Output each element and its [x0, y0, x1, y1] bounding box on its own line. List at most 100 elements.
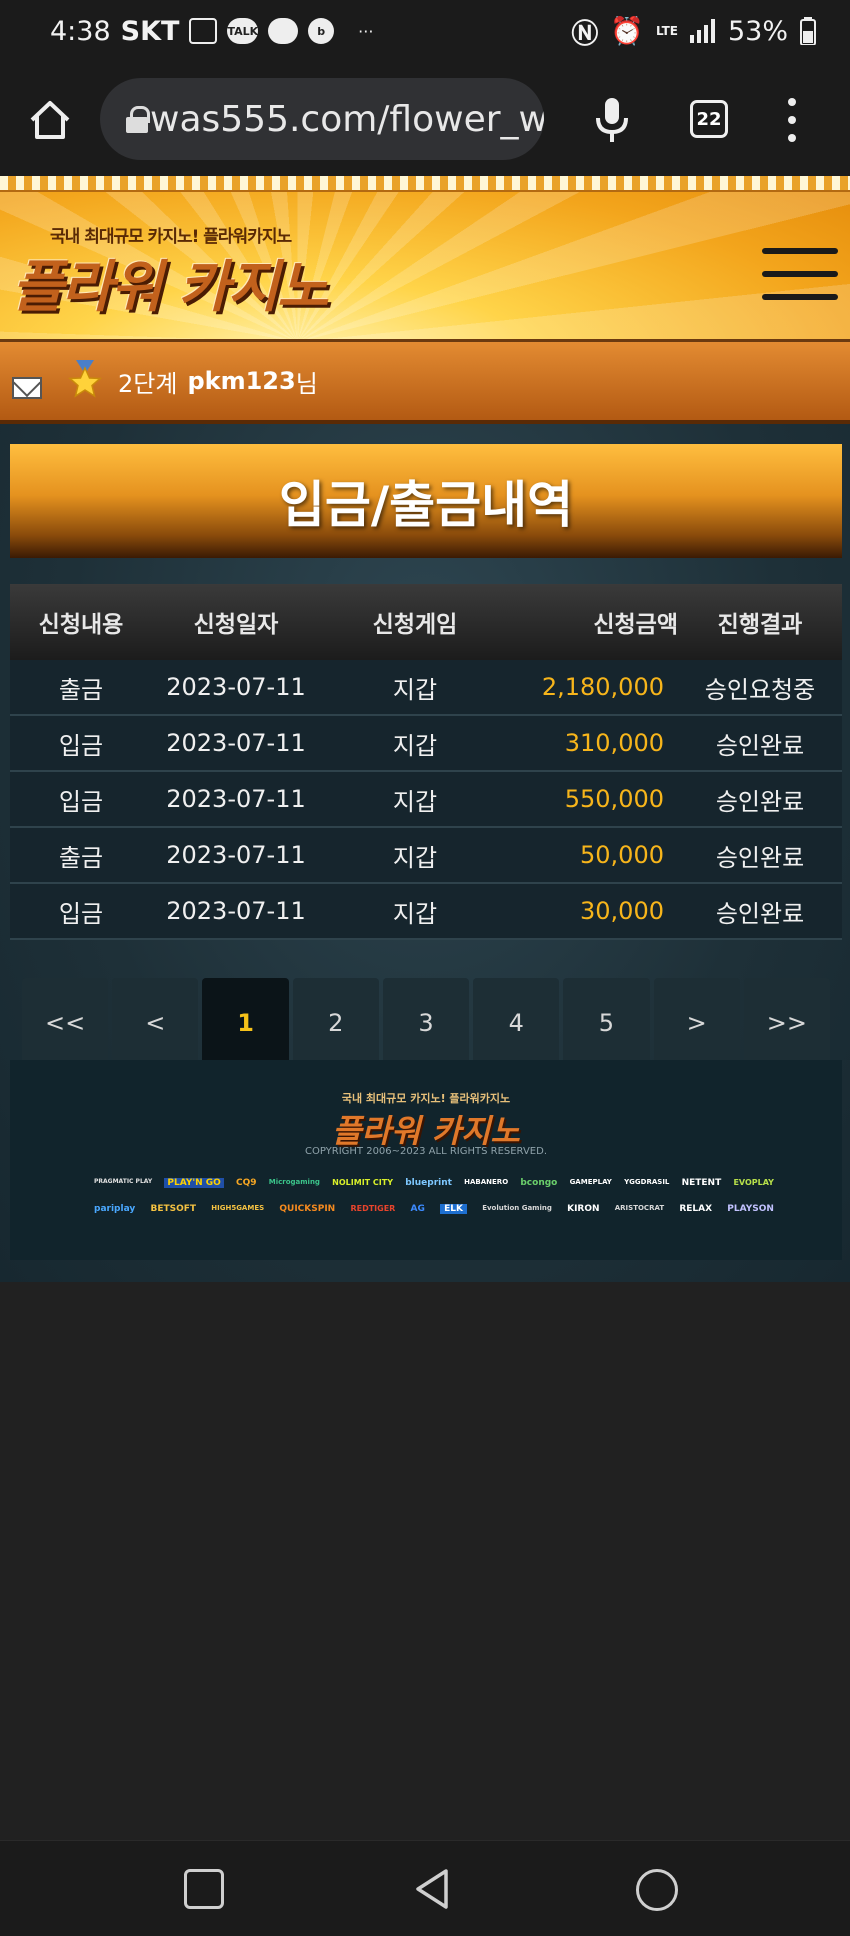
cell-status: 승인완료 [715, 731, 805, 760]
provider-logo: PLAY'N GO [164, 1178, 224, 1188]
cell-date: 2023-07-11 [166, 785, 306, 813]
cell-status: 승인완료 [715, 843, 805, 872]
provider-logos-row-2: pariplay BETSOFT HIGH5GAMES QUICKSPIN RE… [94, 1204, 774, 1214]
provider-logo: Microgaming [268, 1178, 320, 1186]
system-nav-bar [0, 1840, 850, 1936]
hamburger-menu-icon[interactable] [762, 248, 838, 300]
page-button-4[interactable]: 4 [473, 978, 560, 1068]
main-content: 입금/출금내역 신청내용 신청일자 신청게임 신청금액 진행결과 출금 2023… [0, 424, 850, 1282]
cell-game: 지갑 [392, 843, 438, 872]
table-row: 입금 2023-07-11 지갑 30,000 승인완료 [10, 884, 842, 940]
network-type-label: LTE [655, 24, 678, 38]
battery-percentage: 53% [727, 15, 788, 47]
cell-game: 지갑 [392, 787, 438, 816]
cell-date: 2023-07-11 [166, 673, 306, 701]
table-row: 입금 2023-07-11 지갑 550,000 승인완료 [10, 772, 842, 828]
url-text: was555.com/flower_w [150, 98, 544, 140]
microphone-icon[interactable] [594, 96, 630, 144]
provider-logo: RELAX [679, 1204, 713, 1214]
provider-logo: EVOPLAY [733, 1178, 774, 1187]
page-first-button[interactable]: << [22, 978, 109, 1068]
provider-logo: CQ9 [236, 1178, 257, 1188]
copyright-text: COPYRIGHT 2006~2023 ALL RIGHTS RESERVED. [304, 1146, 548, 1157]
provider-logo: NOLIMIT CITY [332, 1178, 394, 1187]
username-suffix: 님 [295, 369, 318, 398]
cell-game: 지갑 [392, 675, 438, 704]
tab-switcher-button[interactable]: 22 [690, 100, 728, 138]
footer-tagline: 국내 최대규모 카지노! 플라워카지노 [341, 1092, 511, 1105]
b-app-icon: b [308, 18, 335, 44]
header-type: 신청내용 [38, 612, 124, 638]
provider-logo: KIRON [567, 1204, 600, 1214]
signal-icon [689, 19, 715, 43]
recent-apps-button[interactable] [184, 1869, 224, 1909]
provider-logo: ELK [440, 1204, 467, 1214]
marquee-lights [0, 176, 850, 192]
table-header: 신청내용 신청일자 신청게임 신청금액 진행결과 [10, 584, 842, 660]
table-row: 출금 2023-07-11 지갑 2,180,000 승인요청중 [10, 660, 842, 716]
header-date: 신청일자 [193, 612, 279, 638]
table-row: 출금 2023-07-11 지갑 50,000 승인완료 [10, 828, 842, 884]
cell-game: 지갑 [392, 899, 438, 928]
table-row: 입금 2023-07-11 지갑 310,000 승인완료 [10, 716, 842, 772]
status-bar: 4:38 SKT TALK b ··· Ⓝ ⏰ LTE 53% [0, 0, 850, 62]
kakaotalk-icon: TALK [227, 18, 259, 44]
provider-logo: NETENT [681, 1178, 722, 1188]
back-button[interactable] [412, 1867, 452, 1911]
page-title: 입금/출금내역 [10, 444, 842, 558]
cell-status: 승인완료 [715, 787, 805, 816]
cell-amount: 310,000 [564, 729, 664, 757]
provider-logo: blueprint [405, 1178, 452, 1188]
cell-amount: 50,000 [580, 841, 664, 869]
provider-logo: pariplay [94, 1204, 136, 1214]
nfc-icon: Ⓝ [571, 18, 599, 50]
cell-type: 입금 [58, 731, 104, 760]
page-button-1[interactable]: 1 [202, 978, 289, 1068]
page-next-button[interactable]: > [653, 978, 740, 1068]
user-bar: 2단계 pkm123 님 [0, 342, 850, 424]
cell-type: 출금 [58, 675, 104, 704]
provider-logo: AG [410, 1204, 425, 1214]
browser-toolbar: was555.com/flower_w 22 [0, 62, 850, 176]
status-time: 4:38 [50, 15, 111, 47]
provider-logo: REDTIGER [350, 1204, 396, 1213]
cell-type: 출금 [58, 843, 104, 872]
site-footer: 국내 최대규모 카지노! 플라워카지노 플라워 카지노 COPYRIGHT 20… [10, 1060, 842, 1260]
tab-count: 22 [696, 108, 722, 130]
medal-icon [68, 360, 102, 398]
alarm-icon: ⏰ [610, 16, 644, 47]
status-carrier: SKT [120, 15, 180, 47]
header-game: 신청게임 [372, 612, 458, 638]
pagination: << < 1 2 3 4 5 > >> [22, 978, 830, 1068]
home-button[interactable] [636, 1869, 678, 1911]
provider-logo: bcongo [520, 1178, 558, 1188]
provider-logo: PRAGMATIC PLAY [94, 1178, 153, 1185]
header-status: 진행결과 [717, 612, 803, 638]
browser-menu-icon[interactable] [782, 98, 802, 142]
cell-date: 2023-07-11 [166, 729, 306, 757]
message-icon [189, 18, 218, 44]
provider-logo: Evolution Gaming [482, 1204, 552, 1212]
provider-logo: ARISTOCRAT [614, 1204, 665, 1212]
site-logo[interactable]: 플라워 카지노 [12, 242, 329, 323]
user-level: 2단계 [118, 369, 178, 398]
page-button-5[interactable]: 5 [563, 978, 650, 1068]
more-notifications-indicator: ··· [358, 21, 374, 41]
home-icon[interactable] [26, 96, 74, 144]
mail-icon[interactable] [12, 377, 42, 399]
page-button-3[interactable]: 3 [382, 978, 470, 1068]
cell-status: 승인요청중 [704, 675, 816, 704]
provider-logo: YGGDRASIL [624, 1178, 670, 1186]
provider-logo: BETSOFT [150, 1204, 197, 1214]
address-bar[interactable]: was555.com/flower_w [100, 78, 544, 160]
transaction-table: 신청내용 신청일자 신청게임 신청금액 진행결과 출금 2023-07-11 지… [10, 584, 842, 940]
header-amount: 신청금액 [593, 612, 678, 638]
cell-status: 승인완료 [715, 899, 805, 928]
cell-amount: 30,000 [580, 897, 664, 925]
page-last-button[interactable]: >> [743, 978, 830, 1068]
cell-game: 지갑 [392, 731, 438, 760]
provider-logo: QUICKSPIN [279, 1204, 336, 1214]
page-prev-button[interactable]: < [112, 978, 199, 1068]
provider-logos-row-1: PRAGMATIC PLAY PLAY'N GO CQ9 Microgaming… [94, 1178, 774, 1188]
page-button-2[interactable]: 2 [292, 978, 379, 1068]
